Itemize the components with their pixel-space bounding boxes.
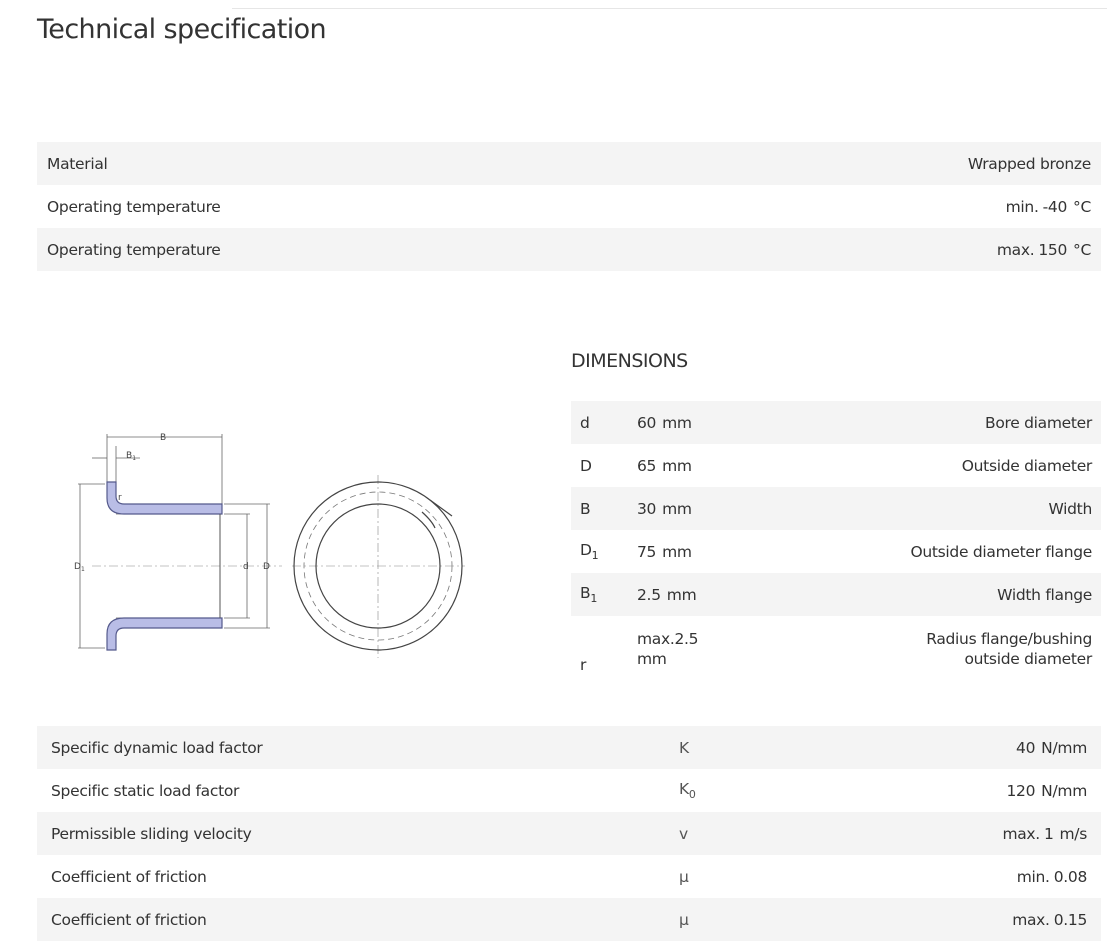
spec-value: min. 0.08 [1016,867,1088,886]
label-D: D [263,562,270,572]
spec-row-friction-max: Coefficient of friction μ max. 0.15 [37,898,1101,941]
spec-row-sliding-velocity: Permissible sliding velocity v max. 1 m/s [37,812,1101,855]
dimension-row-d: d 60 mm Bore diameter [571,401,1101,444]
spec-symbol: μ [679,910,689,929]
dimension-row-D: D 65 mm Outside diameter [571,444,1101,487]
dimension-description: Width flange [997,585,1092,604]
spec-symbol: v [679,824,688,843]
spec-value-prefix: max. [996,240,1035,259]
dimension-value: 30 mm [637,499,692,518]
spec-label: Specific dynamic load factor [51,738,263,757]
dimension-row-B: B 30 mm Width [571,487,1101,530]
performance-spec-table: Specific dynamic load factor K 40 N/mm Sp… [37,726,1101,941]
spec-label: Coefficient of friction [51,867,207,886]
spec-value: min. -40 °C [1005,197,1092,216]
label-B1: B1 [126,451,136,462]
dimension-value: 75 mm [637,542,692,561]
dimension-value: 2.5 mm [637,585,697,604]
spec-value-unit: °C [1073,197,1091,216]
dimension-description: Outside diameter flange [910,542,1092,561]
spec-value: max. 150 °C [997,241,1091,259]
dimension-value: max.2.5 mm [637,630,699,668]
dimension-description: Width [1048,499,1092,518]
spec-value-prefix: min. [1005,197,1039,216]
dimension-symbol: D [580,456,592,475]
spec-label: Coefficient of friction [51,910,207,929]
dimension-value: 65 mm [637,456,692,475]
spec-row-dynamic-load-factor: Specific dynamic load factor K 40 N/mm [37,726,1101,769]
spec-label: Permissible sliding velocity [51,824,252,843]
dimension-row-D1: D1 75 mm Outside diameter flange [571,530,1101,573]
spec-value: max. 1 m/s [1002,824,1087,843]
spec-symbol: μ [679,867,689,886]
spec-value-number: -40 [1042,197,1068,216]
dimension-value: 60 mm [637,413,692,432]
dimension-row-r: r max.2.5 mm Radius flange/bushing outside… [571,616,1101,682]
label-B: B [160,433,166,443]
spec-row-operating-temperature-min: Operating temperature min. -40 °C [37,185,1101,228]
spec-label: Specific static load factor [51,781,240,800]
label-d: d [243,562,249,572]
dimension-row-B1: B1 2.5 mm Width flange [571,573,1101,616]
dimension-symbol: d [580,413,590,432]
page-title: Technical specification [37,14,327,45]
spec-value: 120 N/mm [1006,781,1087,800]
dimension-symbol: B [580,499,591,518]
spec-value-number: 150 [1038,240,1068,259]
spec-symbol: K [679,738,689,757]
spec-value: 40 N/mm [1016,738,1087,757]
spec-label: Operating temperature [47,197,221,216]
label-D1: D1 [74,562,85,573]
dimension-symbol: B1 [580,584,598,605]
dimensions-table: d 60 mm Bore diameter D 65 mm Outside diam… [571,401,1101,682]
dimension-description: Radius flange/bushing outside diameter [926,630,1092,668]
bushing-technical-drawing: B B1 r D1 d D [74,433,465,658]
top-divider [232,8,1107,9]
dimension-description: Outside diameter [961,456,1093,475]
dimension-symbol: r [580,656,587,674]
spec-row-friction-min: Coefficient of friction μ min. 0.08 [37,855,1101,898]
dimension-symbol: D1 [580,541,599,562]
label-r: r [118,493,122,503]
spec-row-material: Material Wrapped bronze [37,142,1101,185]
dimensions-heading: DIMENSIONS [571,350,688,372]
general-spec-table: Material Wrapped bronze Operating temper… [37,142,1101,271]
spec-row-static-load-factor: Specific static load factor K0 120 N/mm [37,769,1101,812]
spec-value-unit: °C [1073,240,1091,259]
spec-symbol: K0 [679,780,696,801]
dimension-description: Bore diameter [985,413,1092,432]
spec-row-operating-temperature-max: Operating temperature max. 150 °C [37,228,1101,271]
spec-label: Operating temperature [47,240,221,259]
spec-label: Material [47,154,108,173]
spec-value: max. 0.15 [1012,910,1087,929]
spec-value: Wrapped bronze [967,154,1091,173]
